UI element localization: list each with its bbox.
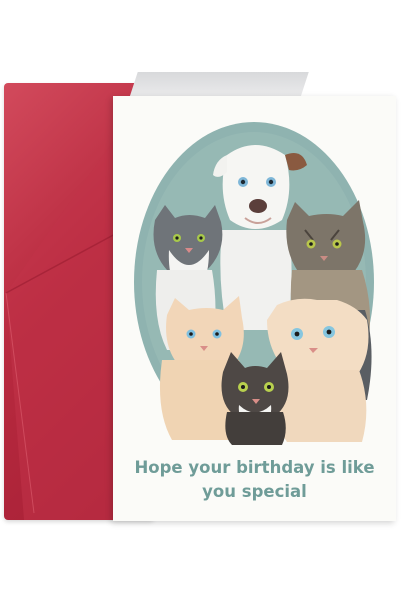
greeting-card: Hope your birthday is like you special (113, 96, 396, 521)
product-photo: Hope your birthday is like you special (0, 0, 401, 601)
pets-illustration (134, 122, 374, 445)
greeting-text: Hope your birthday is like you special (134, 458, 375, 501)
